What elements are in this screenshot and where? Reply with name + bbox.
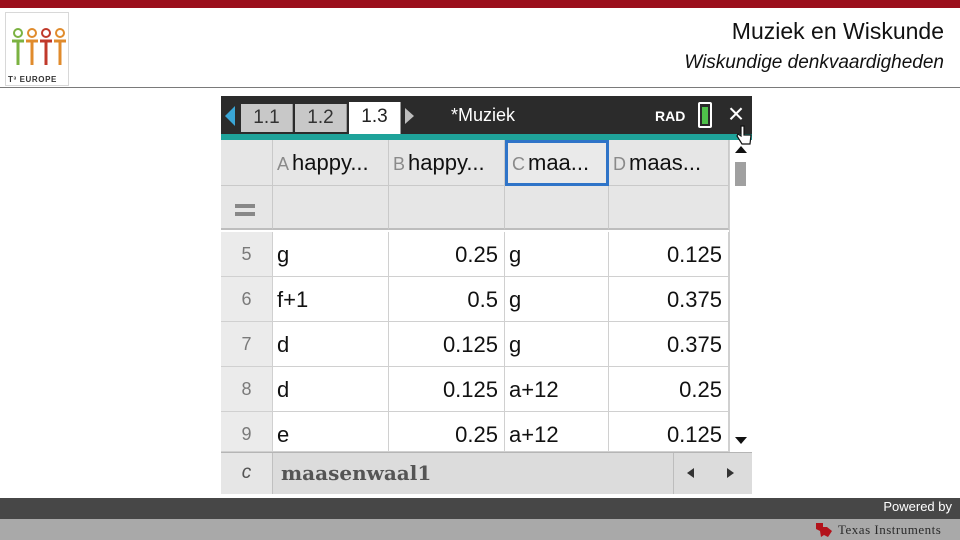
- header-divider: [0, 87, 960, 88]
- footer-bar: Powered by: [0, 498, 960, 519]
- angle-mode-indicator: RAD: [655, 108, 686, 124]
- history-forward-icon[interactable]: [727, 468, 734, 478]
- cell-c[interactable]: a+12: [505, 412, 609, 452]
- texas-instruments-logo-icon: [816, 523, 832, 537]
- row-number[interactable]: 8: [221, 367, 273, 412]
- spreadsheet: Ahappy... Bhappy... Cmaa... Dmaas... 5 g…: [221, 140, 752, 452]
- entry-cell-label: c: [221, 453, 273, 494]
- document-name: *Muziek: [451, 105, 516, 125]
- cell-b[interactable]: 0.5: [389, 277, 505, 322]
- formula-row-label: [221, 186, 273, 230]
- column-label: happy...: [292, 150, 369, 175]
- vertical-scrollbar[interactable]: [729, 140, 752, 452]
- tab-scroll-left-icon[interactable]: [225, 106, 235, 126]
- history-back-icon[interactable]: [687, 468, 694, 478]
- column-letter: A: [277, 154, 290, 174]
- tab-1-2[interactable]: 1.2: [295, 104, 347, 132]
- equals-icon-lower: [235, 212, 255, 216]
- nav-divider: [673, 453, 674, 494]
- column-label: maa...: [528, 150, 590, 175]
- scroll-down-icon[interactable]: [735, 437, 747, 444]
- tab-1-3[interactable]: 1.3: [349, 102, 401, 134]
- cell-a[interactable]: d: [273, 322, 389, 367]
- row-number[interactable]: 6: [221, 277, 273, 322]
- tab-scroll-right-icon[interactable]: [405, 108, 414, 124]
- cell-a[interactable]: g: [273, 232, 389, 277]
- cell-d[interactable]: 0.25: [609, 367, 729, 412]
- column-label: maas...: [629, 150, 702, 175]
- battery-icon: [698, 102, 712, 128]
- column-header-d[interactable]: Dmaas...: [609, 140, 729, 186]
- cell-b[interactable]: 0.25: [389, 412, 505, 452]
- scroll-up-icon[interactable]: [735, 146, 747, 153]
- scrollbar-thumb[interactable]: [735, 162, 746, 186]
- equals-icon: [235, 204, 255, 208]
- cell-c[interactable]: g: [505, 277, 609, 322]
- entry-line: c maasenwaal1: [221, 452, 752, 494]
- formula-cell-c[interactable]: [505, 186, 609, 230]
- cell-c[interactable]: g: [505, 322, 609, 367]
- hand-cursor-icon: [736, 125, 752, 145]
- column-letter: D: [613, 154, 626, 174]
- entry-input[interactable]: maasenwaal1: [281, 453, 431, 493]
- cell-d[interactable]: 0.125: [609, 412, 729, 452]
- row-number[interactable]: 7: [221, 322, 273, 367]
- column-header-a[interactable]: Ahappy...: [273, 140, 389, 186]
- logo-label: T³ EUROPE: [8, 75, 57, 84]
- cell-a[interactable]: e: [273, 412, 389, 452]
- cell-c[interactable]: a+12: [505, 367, 609, 412]
- cell-a[interactable]: f+1: [273, 277, 389, 322]
- formula-cell-d[interactable]: [609, 186, 729, 230]
- cell-a[interactable]: d: [273, 367, 389, 412]
- cell-c[interactable]: g: [505, 232, 609, 277]
- cell-d[interactable]: 0.375: [609, 277, 729, 322]
- cell-b[interactable]: 0.25: [389, 232, 505, 277]
- cell-b[interactable]: 0.125: [389, 367, 505, 412]
- t3-figures-icon: [12, 28, 66, 65]
- slide-title: Muziek en Wiskunde: [731, 18, 944, 44]
- cell-d[interactable]: 0.375: [609, 322, 729, 367]
- column-header-c[interactable]: Cmaa...: [505, 140, 609, 186]
- column-letter: C: [512, 154, 525, 174]
- column-header-b[interactable]: Bhappy...: [389, 140, 505, 186]
- corner-cell[interactable]: [221, 140, 273, 186]
- slide-subtitle: Wiskundige denkvaardigheden: [684, 52, 944, 73]
- powered-by-label: Powered by: [883, 499, 952, 514]
- row-number[interactable]: 5: [221, 232, 273, 277]
- cell-b[interactable]: 0.125: [389, 322, 505, 367]
- column-letter: B: [393, 154, 406, 174]
- cell-d[interactable]: 0.125: [609, 232, 729, 277]
- texas-instruments-wordmark: Texas Instruments: [838, 522, 942, 537]
- t3-europe-logo: T³ EUROPE: [5, 12, 69, 86]
- formula-cell-a[interactable]: [273, 186, 389, 230]
- row-number[interactable]: 9: [221, 412, 273, 452]
- tab-1-1[interactable]: 1.1: [241, 104, 293, 132]
- top-accent-bar: [0, 0, 960, 8]
- calculator-screen: 1.1 1.2 1.3 *Muziek RAD × Ahappy... Bhap…: [221, 96, 752, 494]
- column-label: happy...: [408, 150, 485, 175]
- formula-cell-b[interactable]: [389, 186, 505, 230]
